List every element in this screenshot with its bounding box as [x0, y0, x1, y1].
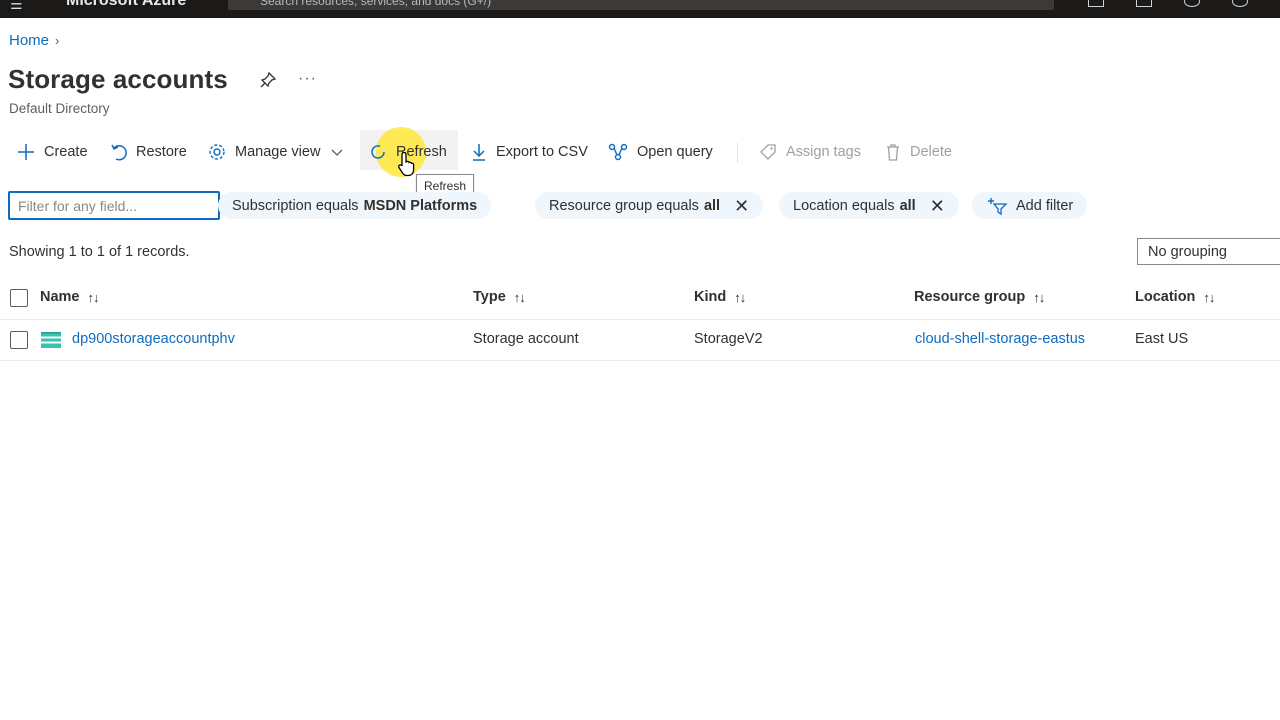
global-search-input[interactable]: Search resources, services, and docs (G+… — [228, 0, 1054, 10]
row-name-link[interactable]: dp900storageaccountphv — [72, 331, 235, 347]
column-header-type[interactable]: Type ↑↓ — [473, 289, 526, 305]
location-filter-label: Location equals — [793, 197, 895, 214]
query-icon — [608, 143, 628, 161]
add-filter-button[interactable]: Add filter — [972, 192, 1088, 219]
chevron-right-icon: › — [55, 33, 60, 48]
export-csv-button[interactable]: Export to CSV — [470, 134, 588, 170]
sort-icon[interactable]: ↑↓ — [514, 290, 526, 305]
breadcrumb: Home › — [9, 32, 59, 49]
assign-tags-label: Assign tags — [786, 144, 861, 160]
pin-icon[interactable] — [259, 71, 277, 94]
export-csv-label: Export to CSV — [496, 144, 588, 160]
sort-icon[interactable]: ↑↓ — [1033, 290, 1045, 305]
column-header-kind[interactable]: Kind ↑↓ — [694, 289, 746, 305]
settings-icon[interactable] — [1232, 0, 1248, 7]
close-icon[interactable]: ✕ — [734, 197, 749, 215]
toolbar-divider — [737, 143, 738, 163]
page-subtitle: Default Directory — [9, 101, 110, 116]
add-filter-label: Add filter — [1016, 197, 1074, 214]
sort-icon[interactable]: ↑↓ — [734, 290, 746, 305]
resource-group-filter-label: Resource group equals — [549, 197, 699, 214]
column-header-resource-group-label: Resource group — [914, 289, 1026, 305]
more-options-icon[interactable]: ··· — [298, 70, 317, 88]
assign-tags-button[interactable]: Assign tags — [758, 134, 861, 170]
tag-icon — [760, 144, 776, 160]
row-kind: StorageV2 — [694, 331, 763, 347]
refresh-icon — [371, 145, 385, 159]
column-header-kind-label: Kind — [694, 289, 727, 305]
column-header-name-label: Name — [40, 289, 80, 305]
gear-icon — [209, 144, 225, 160]
notifications-icon[interactable] — [1184, 0, 1200, 7]
sort-icon[interactable]: ↑↓ — [1203, 290, 1215, 305]
column-header-location-label: Location — [1135, 289, 1196, 305]
command-bar: Create Restore Manage view Refresh Expor… — [0, 134, 1280, 170]
global-search-placeholder: Search resources, services, and docs (G+… — [260, 0, 492, 8]
subscription-filter-pill[interactable]: Subscription equals MSDN Platforms — [218, 192, 492, 219]
delete-button[interactable]: Delete — [884, 134, 952, 170]
subscription-filter-label: Subscription equals — [232, 197, 359, 214]
add-filter-icon — [988, 197, 1008, 215]
resource-group-filter-pill[interactable]: Resource group equals all ✕ — [535, 192, 764, 219]
page-title: Storage accounts — [8, 64, 228, 94]
subscription-filter-value: MSDN Platforms — [363, 197, 478, 214]
row-location: East US — [1135, 331, 1189, 347]
restore-icon — [111, 144, 127, 161]
column-header-resource-group[interactable]: Resource group ↑↓ — [914, 289, 1045, 305]
location-filter-value: all — [899, 197, 916, 214]
header-divider — [0, 319, 1280, 320]
row-divider — [0, 360, 1280, 361]
storage-account-icon — [41, 332, 61, 348]
create-label: Create — [44, 144, 88, 160]
location-filter-pill[interactable]: Location equals all ✕ — [779, 192, 959, 219]
sort-ascending-icon[interactable]: ↑↓ — [88, 290, 100, 305]
chevron-down-icon — [331, 149, 343, 156]
trash-icon — [887, 144, 899, 161]
close-icon[interactable]: ✕ — [930, 197, 945, 215]
hand-cursor-icon — [398, 151, 415, 177]
restore-label: Restore — [136, 144, 187, 160]
row-resource-group-link[interactable]: cloud-shell-storage-eastus — [915, 331, 1085, 347]
column-header-type-label: Type — [473, 289, 506, 305]
manage-view-label: Manage view — [235, 144, 321, 160]
row-type: Storage account — [473, 331, 579, 347]
create-button[interactable]: Create — [16, 134, 88, 170]
brand-title[interactable]: Microsoft Azure — [66, 0, 186, 10]
cloud-shell-icon[interactable] — [1088, 0, 1104, 7]
directory-icon[interactable] — [1136, 0, 1152, 7]
filter-input[interactable] — [8, 191, 220, 220]
grouping-dropdown[interactable]: No grouping — [1137, 238, 1280, 265]
breadcrumb-home[interactable]: Home — [9, 32, 49, 49]
restore-button[interactable]: Restore — [110, 134, 187, 170]
column-header-name[interactable]: Name ↑↓ — [40, 289, 100, 305]
open-query-label: Open query — [637, 144, 713, 160]
records-count: Showing 1 to 1 of 1 records. — [9, 244, 190, 260]
plus-icon — [18, 144, 34, 160]
resource-group-filter-value: all — [703, 197, 721, 214]
column-header-location[interactable]: Location ↑↓ — [1135, 289, 1215, 305]
row-checkbox[interactable] — [10, 331, 28, 349]
select-all-checkbox[interactable] — [10, 289, 28, 307]
manage-view-button[interactable]: Manage view — [207, 134, 344, 170]
delete-label: Delete — [910, 144, 952, 160]
hamburger-menu-icon[interactable]: ☰ — [10, 0, 23, 13]
open-query-button[interactable]: Open query — [607, 134, 713, 170]
download-icon — [473, 144, 485, 161]
top-bar: ☰ Microsoft Azure Search resources, serv… — [0, 0, 1280, 18]
